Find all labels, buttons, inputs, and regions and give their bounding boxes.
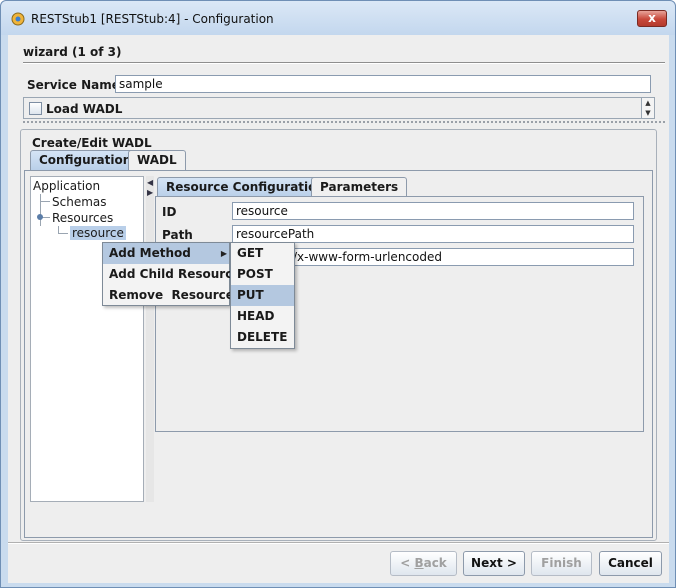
back-rest: ack [423, 556, 447, 570]
resource-configuration-panel: ID resource Path resourcePath /x-www-for… [155, 196, 644, 432]
resource-details-pane: Resource Configuration Parameters ID res… [154, 176, 649, 502]
tab-configuration[interactable]: Configuration [30, 150, 141, 170]
group-title: Create/Edit WADL [30, 136, 154, 150]
configuration-panel: Application Schemas Resources resource ◀… [24, 170, 653, 538]
expand-right-icon[interactable]: ▶ [147, 188, 153, 197]
load-wadl-checkbox[interactable] [29, 102, 42, 115]
load-wadl-bar: Load WADL [23, 97, 655, 119]
id-input[interactable]: resource [232, 202, 634, 220]
create-edit-wadl-group: Create/Edit WADL Configuration WADL Appl… [20, 129, 657, 541]
close-button[interactable]: x [637, 10, 667, 27]
next-button[interactable]: Next > [463, 551, 525, 576]
tree-connector [58, 233, 68, 234]
title-bar[interactable]: RESTStub1 [RESTStub:4] - Configuration x [1, 1, 675, 35]
back-mnemonic: B [414, 556, 424, 570]
back-button[interactable]: < Back [390, 551, 457, 576]
wadl-tree[interactable]: Application Schemas Resources resource [30, 176, 144, 502]
tree-connector [40, 194, 41, 226]
path-label: Path [162, 228, 193, 242]
menu-item-remove-resource[interactable]: Remove Resource [103, 285, 234, 306]
wizard-step-label: wizard (1 of 3) [23, 45, 122, 59]
tab-wadl[interactable]: WADL [128, 150, 186, 170]
cancel-button[interactable]: Cancel [599, 551, 662, 576]
button-separator [8, 542, 669, 544]
tab-parameters[interactable]: Parameters [311, 177, 408, 197]
load-wadl-label: Load WADL [46, 102, 123, 116]
menu-item-label: Add Method [109, 246, 191, 260]
finish-button[interactable]: Finish [531, 551, 592, 576]
tree-item-application[interactable]: Application [33, 179, 100, 193]
id-label: ID [162, 205, 177, 219]
tab-resource-configuration[interactable]: Resource Configuration [157, 177, 334, 197]
back-prefix: < [400, 556, 415, 570]
tree-item-schemas[interactable]: Schemas [52, 195, 107, 209]
menu-item-put[interactable]: PUT [231, 285, 294, 306]
submenu-arrow-icon: ▶ [220, 249, 227, 258]
menu-item-delete[interactable]: DELETE [231, 327, 294, 348]
path-input[interactable]: resourcePath [232, 225, 634, 243]
app-icon [11, 12, 25, 26]
tree-expand-icon[interactable] [37, 214, 43, 220]
wizard-separator [23, 62, 665, 64]
add-method-submenu: GET POST PUT HEAD DELETE [230, 242, 295, 349]
menu-item-post[interactable]: POST [231, 264, 294, 285]
window-title: RESTStub1 [RESTStub:4] - Configuration [31, 12, 274, 26]
dotted-separator[interactable] [23, 121, 665, 125]
menu-item-head[interactable]: HEAD [231, 306, 294, 327]
tree-connector [40, 201, 50, 202]
spinner-up-icon: ▲ [645, 99, 651, 107]
expand-spinner[interactable]: ▲ ▼ [641, 97, 655, 119]
service-name-label: Service Name [27, 78, 120, 92]
split-pane-divider[interactable]: ◀ ▶ [146, 176, 154, 502]
menu-item-add-method[interactable]: Add Method ▶ [103, 243, 229, 264]
dialog-body: wizard (1 of 3) Service Name sample Load… [8, 35, 669, 583]
spinner-down-icon: ▼ [645, 109, 651, 117]
service-name-input[interactable]: sample [115, 75, 651, 93]
menu-item-add-child-resource[interactable]: Add Child Resource [103, 264, 240, 285]
tree-item-resources[interactable]: Resources [52, 211, 113, 225]
menu-item-get[interactable]: GET [231, 243, 294, 264]
tree-context-menu: Add Method ▶ Add Child Resource Remove R… [102, 242, 240, 306]
collapse-left-icon[interactable]: ◀ [147, 178, 153, 187]
tree-item-resource[interactable]: resource [70, 226, 126, 240]
close-icon: x [648, 11, 656, 25]
